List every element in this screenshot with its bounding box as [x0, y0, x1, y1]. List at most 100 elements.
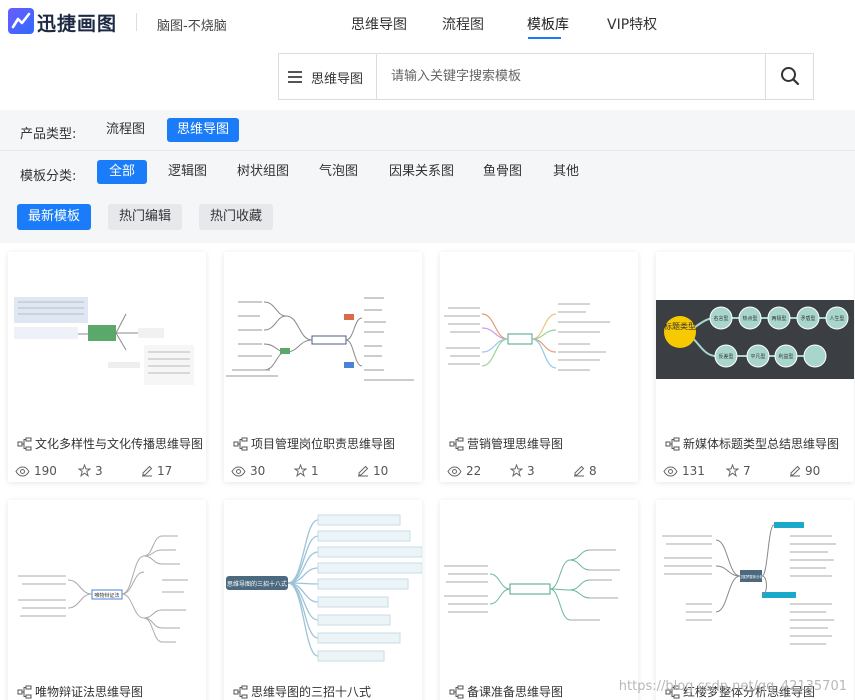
template-thumbnail[interactable] [440, 500, 638, 675]
bubble-label: 两极型 [771, 315, 786, 322]
edit-count[interactable]: 8 [573, 464, 597, 478]
nav-mindmap[interactable]: 思维导图 [351, 14, 407, 34]
product-type-label: 产品类型: [20, 127, 77, 142]
search-type-selector[interactable]: 思维导图 [279, 54, 377, 99]
sort-newest[interactable]: 最新模板 [17, 204, 92, 230]
template-thumbnail[interactable]: 红楼梦整体分析 [656, 500, 854, 675]
search-icon [781, 67, 800, 86]
template-title[interactable]: 思维导图的三招十八式 [251, 683, 371, 700]
edit-count[interactable]: 17 [141, 464, 172, 478]
category-bubble[interactable]: 气泡图 [309, 160, 368, 184]
template-thumbnail[interactable]: 唯物辩证法 [8, 500, 206, 675]
eye-icon [447, 466, 462, 477]
template-card[interactable]: 唯物辩证法 唯物辩证法思维导图 [8, 500, 206, 700]
star-icon [293, 463, 308, 478]
template-card[interactable]: 红楼梦整体分析 红楼梦整体分析思维导图 [656, 500, 854, 700]
template-card[interactable]: 思维导图的三招十八式 思维导图的三招十八式 [224, 500, 422, 700]
mindmap-type-icon [17, 685, 32, 699]
view-count-value: 22 [466, 464, 482, 478]
search-input[interactable] [378, 54, 765, 99]
edit-icon [790, 465, 801, 477]
brand-name[interactable]: 迅捷画图 [37, 9, 117, 36]
star-count-value: 7 [743, 464, 751, 478]
mindmap-type-icon [233, 685, 248, 699]
template-thumbnail[interactable]: 标题类型 名言型 热点型 两极型 矛盾型 人生型 反差型 平凡型 利益型 [656, 252, 854, 427]
top-bar: 迅捷画图 脑图-不烧脑 思维导图 流程图 模板库 VIP特权 [0, 0, 855, 48]
bubble-label: 利益型 [778, 353, 793, 360]
template-card[interactable]: 项目管理岗位职责思维导图 30 1 10 [224, 252, 422, 482]
nav-template-library[interactable]: 模板库 [527, 14, 569, 34]
bubble-label: 人生型 [829, 315, 844, 322]
edit-icon [574, 465, 585, 477]
template-thumbnail[interactable] [440, 252, 638, 427]
sort-hot-edit[interactable]: 热门编辑 [108, 204, 183, 230]
search-button[interactable] [765, 54, 813, 99]
template-title[interactable]: 文化多样性与文化传播思维导图 [35, 435, 203, 452]
mindmap-type-icon [233, 437, 248, 451]
hub-node-label: 思维导图的三招十八式 [227, 580, 287, 588]
star-count[interactable]: 7 [725, 463, 751, 478]
view-count: 190 [15, 464, 57, 478]
view-count: 22 [447, 464, 481, 478]
edit-count-value: 17 [157, 464, 173, 478]
hub-node-label: 红楼梦整体分析 [739, 574, 764, 579]
bubble-label: 矛盾型 [800, 315, 815, 322]
star-count-value: 3 [95, 464, 103, 478]
category-all[interactable]: 全部 [97, 160, 148, 184]
hub-node-label: 唯物辩证法 [94, 592, 119, 599]
template-card[interactable]: 标题类型 名言型 热点型 两极型 矛盾型 人生型 反差型 平凡型 利益型 新媒体… [656, 252, 854, 482]
star-count[interactable]: 3 [77, 463, 103, 478]
bubble-label: 热点型 [742, 315, 757, 322]
template-thumbnail[interactable]: 思维导图的三招十八式 [224, 500, 422, 675]
edit-count[interactable]: 10 [357, 464, 388, 478]
category-fishbone[interactable]: 鱼骨图 [473, 160, 532, 184]
view-count-value: 30 [250, 464, 266, 478]
template-title[interactable]: 项目管理岗位职责思维导图 [251, 435, 395, 452]
sort-hot-favorite[interactable]: 热门收藏 [199, 204, 274, 230]
bubble-label: 反差型 [718, 353, 733, 360]
template-thumbnail[interactable] [224, 252, 422, 427]
nav-flowchart[interactable]: 流程图 [442, 14, 484, 34]
nav-vip[interactable]: VIP特权 [607, 14, 657, 34]
product-flowchart[interactable]: 流程图 [96, 118, 155, 142]
star-icon [725, 463, 740, 478]
template-title[interactable]: 新媒体标题类型总结思维导图 [683, 435, 839, 452]
filter-separator [0, 150, 855, 151]
category-label: 模板分类: [20, 169, 77, 184]
mindmap-type-icon [665, 437, 680, 451]
edit-count[interactable]: 90 [789, 464, 820, 478]
eye-icon [663, 466, 678, 477]
app-logo[interactable] [8, 8, 34, 34]
category-other[interactable]: 其他 [543, 160, 589, 184]
star-icon [77, 463, 92, 478]
search-box: 思维导图 [278, 53, 814, 100]
template-title[interactable]: 备课准备思维导图 [467, 683, 563, 700]
mindmap-type-icon [17, 437, 32, 451]
search-type-label: 思维导图 [311, 72, 364, 87]
mindmap-type-icon [449, 685, 464, 699]
category-tree[interactable]: 树状组图 [227, 160, 299, 184]
view-count-value: 190 [34, 464, 57, 478]
template-card[interactable]: 营销管理思维导图 22 3 8 [440, 252, 638, 482]
template-card[interactable]: 文化多样性与文化传播思维导图 190 3 17 [8, 252, 206, 482]
product-mindmap[interactable]: 思维导图 [167, 118, 240, 142]
star-count[interactable]: 3 [509, 463, 535, 478]
category-cause-effect[interactable]: 因果关系图 [379, 160, 464, 184]
template-title[interactable]: 营销管理思维导图 [467, 435, 563, 452]
category-logic[interactable]: 逻辑图 [158, 160, 217, 184]
mindmap-type-icon [449, 437, 464, 451]
edit-count-value: 10 [373, 464, 389, 478]
view-count: 131 [663, 464, 705, 478]
edit-count-value: 8 [589, 464, 597, 478]
star-count[interactable]: 1 [293, 463, 319, 478]
view-count: 30 [231, 464, 265, 478]
template-title[interactable]: 唯物辩证法思维导图 [35, 683, 143, 700]
template-thumbnail[interactable] [8, 252, 206, 427]
star-count-value: 1 [311, 464, 319, 478]
eye-icon [231, 466, 246, 477]
star-icon [509, 463, 524, 478]
template-card[interactable]: 备课准备思维导图 [440, 500, 638, 700]
center-node-label: 标题类型 [664, 321, 696, 331]
bubble-label: 名言型 [713, 315, 728, 322]
bubble-label: 平凡型 [750, 353, 765, 360]
